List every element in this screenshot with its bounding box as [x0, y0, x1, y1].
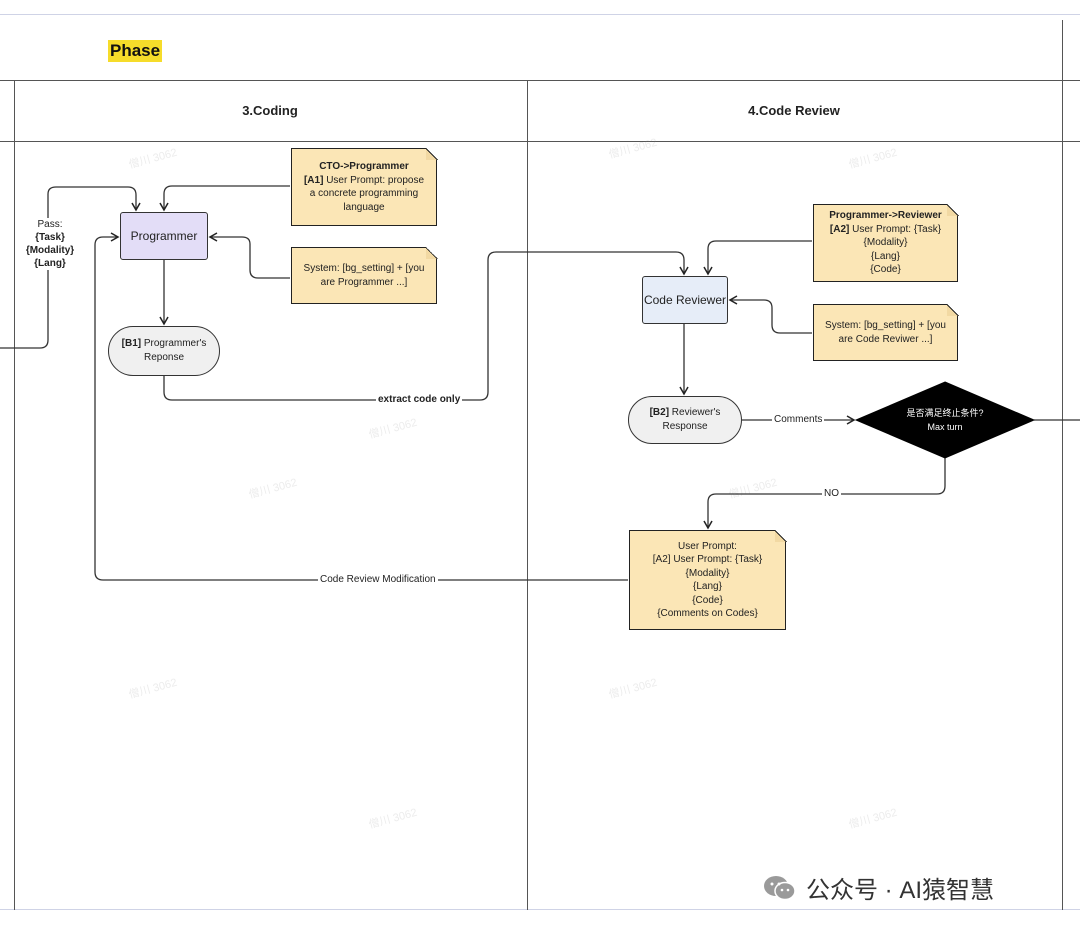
- b2-reviewer-response[interactable]: [B2] Reviewer's Response: [628, 396, 742, 444]
- note-line: System: [bg_setting] + [you: [303, 263, 425, 274]
- wechat-icon: [764, 875, 796, 900]
- edge-pr-note-to-reviewer: [703, 240, 812, 276]
- terminal-tag: [B2]: [649, 407, 670, 418]
- note-line: {Lang}: [693, 581, 722, 592]
- pass-note: Pass: {Task} {Modality} {Lang}: [20, 218, 80, 270]
- pass-task: {Task}: [35, 232, 65, 243]
- code-reviewer-node[interactable]: Code Reviewer: [642, 276, 728, 324]
- terminal-line: Response: [662, 421, 708, 432]
- note-line: are Programmer ...]: [320, 276, 408, 288]
- terminal-text: Reviewer's: [669, 407, 721, 418]
- edge-cto-note-to-programmer: [159, 185, 290, 212]
- pass-modality: {Modality}: [25, 245, 75, 256]
- note-line: {Lang}: [871, 250, 900, 262]
- pass-label: Pass:: [37, 219, 63, 230]
- footer-text: 公众号 · AI猿智慧: [806, 877, 995, 904]
- note-line: {Comments on Codes}: [657, 608, 758, 619]
- note-line: [A2] User Prompt: {Task}: [652, 554, 763, 565]
- wechat-footer: 公众号 · AI猿智慧: [762, 870, 994, 905]
- programmer-node[interactable]: Programmer: [120, 212, 208, 260]
- edge-label-no: NO: [822, 488, 841, 499]
- note-text: User Prompt: propose: [323, 174, 425, 186]
- edge-sys-note-to-reviewer: [728, 295, 812, 334]
- decision-text: 是否满足终止条件? Max turn: [880, 406, 1010, 434]
- note-fold-icon: [946, 203, 959, 216]
- note-line: [A1] User Prompt: propose: [292, 174, 436, 188]
- b1-programmer-response[interactable]: [B1] Programmer's Reponse: [108, 326, 220, 376]
- terminal-line: [B2] Reviewer's: [629, 406, 741, 420]
- pass-lang: {Lang}: [34, 258, 66, 269]
- note-fold-icon: [425, 246, 438, 259]
- note-fold-icon: [425, 147, 438, 160]
- note-fold-icon: [774, 529, 787, 542]
- edge-label-comments: Comments: [772, 414, 825, 425]
- note-title: Programmer->Reviewer: [829, 210, 942, 222]
- note-tag: [A2]: [829, 223, 850, 235]
- edge-label-modification: Code Review Modification: [318, 574, 438, 585]
- terminal-line: Reponse: [143, 352, 185, 363]
- terminal-text: Programmer's: [141, 338, 207, 349]
- note-title: CTO->Programmer: [319, 161, 409, 172]
- note-system-programmer: System: [bg_setting] + [you are Programm…: [291, 246, 438, 304]
- note-line: User Prompt:: [678, 540, 737, 552]
- note-fold-icon: [946, 303, 959, 316]
- note-line: are Code Reviwer ...]: [838, 333, 933, 345]
- connectors: [0, 185, 1080, 581]
- note-programmer-reviewer: Programmer->Reviewer [A2] User Prompt: {…: [813, 203, 959, 282]
- note-line: language: [343, 201, 385, 213]
- note-line: {Code}: [692, 594, 723, 606]
- note-text: User Prompt: {Task}: [849, 223, 942, 235]
- terminal-tag: [B1]: [121, 338, 142, 349]
- edge-system-note-to-programmer: [208, 232, 290, 279]
- note-line: {Code}: [870, 264, 901, 276]
- decision-line-2: Max turn: [927, 422, 963, 432]
- edge-label-extract: extract code only: [376, 394, 463, 405]
- note-tag: [A1]: [303, 174, 324, 186]
- note-line: System: [bg_setting] + [you: [825, 320, 946, 331]
- note-line: a concrete programming: [309, 188, 419, 199]
- note-user-prompt-modification: User Prompt: [A2] User Prompt: {Task} {M…: [629, 529, 787, 630]
- decision-line-1: 是否满足终止条件?: [906, 408, 984, 418]
- note-line: {Modality}: [863, 237, 908, 249]
- terminal-line: [B1] Programmer's: [109, 337, 219, 351]
- note-line: [A2] User Prompt: {Task}: [814, 223, 957, 237]
- note-line: {Modality}: [685, 567, 730, 579]
- note-system-reviewer: System: [bg_setting] + [you are Code Rev…: [813, 303, 959, 361]
- note-cto-programmer: CTO->Programmer [A1] User Prompt: propos…: [291, 147, 438, 226]
